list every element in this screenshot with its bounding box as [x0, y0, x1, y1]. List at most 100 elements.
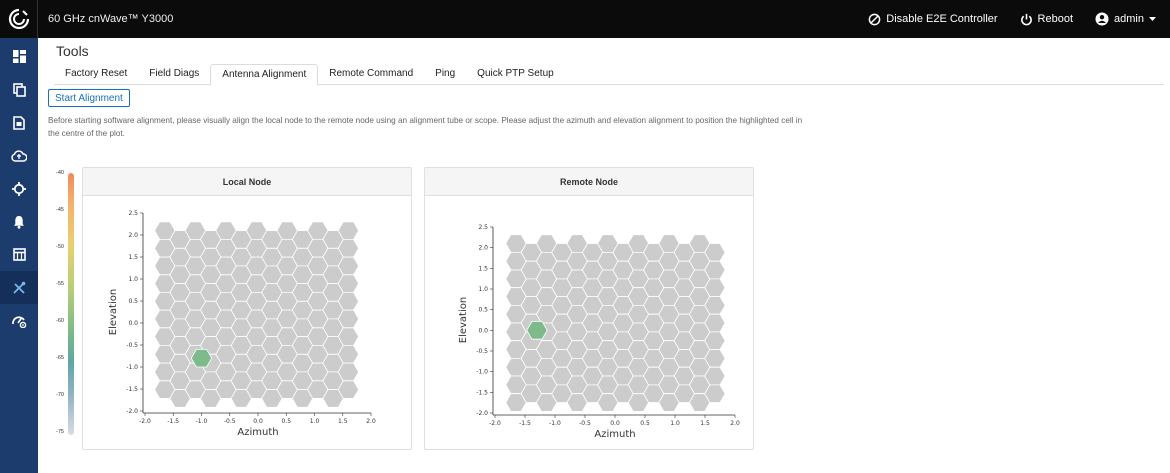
y-tick-label: 2.5 — [478, 224, 488, 231]
tab-remote-command[interactable]: Remote Command — [318, 64, 424, 85]
local-node-hex-plot[interactable]: -2.0 -1.5 -1.0 -0.5 0.0 0.5 1.0 1.5 2.0 2.5 2.0 1.5… — [83, 197, 411, 449]
legend-tick: -55 — [56, 281, 64, 287]
y-tick-label: 2.5 — [128, 210, 138, 217]
reboot-button[interactable]: Reboot — [1020, 13, 1073, 26]
x-tick-label: 1.5 — [338, 418, 348, 425]
signal-color-scale: -40 -45 -50 -55 -60 -65 -70 -75 — [44, 170, 74, 470]
local-node-title: Local Node — [83, 168, 411, 196]
y-tick-label: -2.0 — [476, 410, 488, 417]
x-tick-label: -0.5 — [224, 418, 236, 425]
remote-node-hex-plot[interactable]: -2.0 -1.5 -1.0 -0.5 0.0 0.5 1.0 1.5 2.0 2.5 2.0 1.5… — [425, 197, 753, 449]
sidebar-item-calendar[interactable] — [0, 238, 38, 271]
bell-icon — [14, 215, 24, 229]
tab-bar: Factory Reset Field Diags Antenna Alignm… — [54, 64, 1164, 86]
y-tick-label: -2.0 — [126, 408, 138, 415]
user-menu[interactable]: admin — [1095, 12, 1156, 26]
y-tick-label: 0.0 — [128, 320, 138, 327]
main-content: Tools Factory Reset Field Diags Antenna … — [38, 38, 1170, 473]
x-tick-label: -2.0 — [489, 420, 501, 427]
sidebar-item-dashboard[interactable] — [0, 40, 38, 73]
x-axis-label: Azimuth — [594, 429, 635, 440]
y-tick-label: -1.0 — [476, 369, 488, 376]
x-axis-label: Azimuth — [237, 427, 278, 438]
legend-tick: -75 — [56, 429, 64, 435]
disable-e2e-label: Disable E2E Controller — [886, 13, 998, 25]
y-axis-label: Elevation — [108, 289, 119, 335]
cloud-upload-icon — [11, 149, 27, 162]
x-tick-label: 1.0 — [310, 418, 320, 425]
dashboard-icon — [12, 50, 26, 63]
y-tick-label: 0.5 — [128, 298, 138, 305]
y-tick-label: 2.0 — [128, 232, 138, 239]
local-node-panel: Local Node -2.0 -1.5 -1.0 -0.5 0.0 0.5 1.0 1.5 2… — [82, 167, 412, 450]
tab-antenna-alignment[interactable]: Antenna Alignment — [210, 64, 319, 86]
legend-tick: -45 — [56, 207, 64, 213]
x-tick-label: 0.5 — [640, 420, 650, 427]
y-tick-label: 2.0 — [478, 245, 488, 252]
y-tick-label: -1.0 — [126, 364, 138, 371]
sidebar-item-cloud[interactable] — [0, 139, 38, 172]
x-tick-label: 1.0 — [670, 420, 680, 427]
legend-tick: -60 — [56, 318, 64, 324]
calendar-icon — [12, 248, 26, 261]
x-tick-label: 0.0 — [610, 420, 620, 427]
y-axis-label: Elevation — [458, 297, 469, 343]
speed-settings-icon — [12, 315, 27, 328]
sidebar-item-alarms[interactable] — [0, 205, 38, 238]
legend-tick: -40 — [56, 170, 64, 176]
document-icon — [13, 115, 25, 130]
x-tick-label: -1.5 — [167, 418, 179, 425]
tools-icon — [13, 281, 26, 294]
legend-tick: -70 — [56, 392, 64, 398]
color-scale-bar — [68, 173, 74, 435]
page-title: Tools — [56, 43, 89, 59]
top-bar: 60 GHz cnWave™ Y3000 Disable E2E Control… — [0, 0, 1170, 38]
legend-tick: -65 — [56, 355, 64, 361]
start-alignment-button[interactable]: Start Alignment — [48, 89, 130, 107]
power-icon — [1020, 13, 1032, 25]
crosshair-icon — [12, 181, 26, 196]
alignment-instructions: Before starting software alignment, plea… — [48, 116, 803, 138]
y-tick-label: -0.5 — [126, 342, 138, 349]
user-avatar-icon — [1095, 12, 1109, 26]
x-tick-label: -1.0 — [549, 420, 561, 427]
x-tick-label: 0.0 — [253, 418, 263, 425]
sidebar-item-tools[interactable] — [0, 271, 38, 304]
y-tick-label: 1.5 — [128, 254, 138, 261]
sidebar-item-copy[interactable] — [0, 73, 38, 106]
tab-factory-reset[interactable]: Factory Reset — [54, 64, 138, 85]
tab-quick-ptp-setup[interactable]: Quick PTP Setup — [466, 64, 565, 85]
y-tick-label: 1.0 — [478, 286, 488, 293]
cambium-logo-icon[interactable] — [0, 0, 38, 38]
y-tick-label: 1.5 — [478, 265, 488, 272]
x-tick-label: 2.0 — [366, 418, 376, 425]
y-tick-label: 0.5 — [478, 307, 488, 314]
remote-node-panel: Remote Node -2.0 -1.5 -1.0 -0.5 0.0 0.5 1.0 1.5… — [424, 167, 754, 450]
x-tick-label: 2.0 — [730, 420, 740, 427]
copy-icon — [12, 82, 26, 97]
x-tick-label: -2.0 — [139, 418, 151, 425]
tab-ping[interactable]: Ping — [424, 64, 466, 85]
hex-grid — [154, 221, 360, 408]
caret-down-icon — [1149, 16, 1156, 21]
x-tick-label: 0.5 — [281, 418, 291, 425]
sidebar-item-document[interactable] — [0, 106, 38, 139]
sidebar-item-speed[interactable] — [0, 304, 38, 337]
y-tick-label: 0.0 — [478, 327, 488, 334]
x-tick-label: 1.5 — [700, 420, 710, 427]
user-name: admin — [1114, 13, 1144, 25]
y-tick-label: -1.5 — [476, 389, 488, 396]
y-tick-label: -1.5 — [126, 386, 138, 393]
remote-node-title: Remote Node — [425, 168, 753, 196]
reboot-label: Reboot — [1037, 13, 1074, 25]
disable-e2e-button[interactable]: Disable E2E Controller — [868, 13, 998, 26]
y-tick-label: -0.5 — [476, 348, 488, 355]
tab-field-diags[interactable]: Field Diags — [138, 64, 210, 85]
legend-tick: -50 — [56, 244, 64, 250]
sidebar-item-alignment[interactable] — [0, 172, 38, 205]
product-name: 60 GHz cnWave™ Y3000 — [48, 13, 174, 25]
x-tick-label: -0.5 — [579, 420, 591, 427]
y-tick-label: 1.0 — [128, 276, 138, 283]
x-tick-label: -1.5 — [519, 420, 531, 427]
sidebar — [0, 38, 38, 473]
